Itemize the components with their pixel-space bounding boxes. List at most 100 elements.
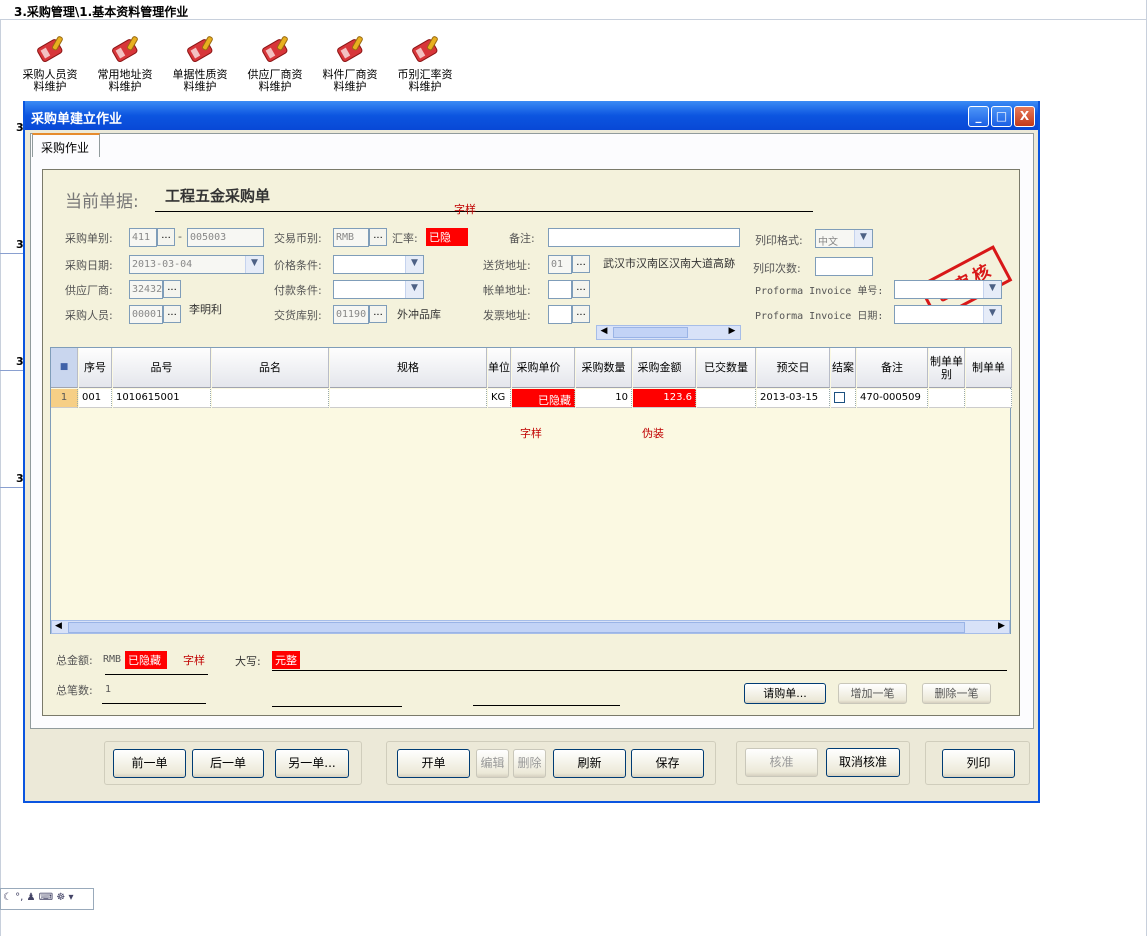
warehouse-code-field[interactable]: 01190 xyxy=(333,305,369,324)
launcher-item[interactable]: 料件厂商资 料维护 xyxy=(315,34,385,93)
column-header-pno[interactable]: 品号 xyxy=(113,348,211,388)
chevron-down-icon[interactable]: ▾ xyxy=(68,892,73,903)
requisition-button[interactable]: 请购单... xyxy=(744,683,826,704)
launcher-item[interactable]: 采购人员资 料维护 xyxy=(15,34,85,93)
moon-icon[interactable]: ☾ xyxy=(3,892,12,903)
print-button[interactable]: 列印 xyxy=(942,749,1015,778)
next-order-button[interactable]: 后一单 xyxy=(192,749,264,778)
keyboard-icon[interactable]: ⌨ xyxy=(39,892,53,903)
cell-spec[interactable] xyxy=(330,389,487,408)
launcher-item[interactable]: 常用地址资 料维护 xyxy=(90,34,160,93)
vendor-lookup-button[interactable]: ... xyxy=(163,280,181,298)
column-header-closed[interactable]: 结案 xyxy=(831,348,856,388)
approve-button[interactable]: 核准 xyxy=(745,748,818,777)
scroll-thumb[interactable] xyxy=(613,327,688,338)
column-header-mk_no[interactable]: 制单单 xyxy=(966,348,1012,388)
cell-due[interactable]: 2013-03-15 xyxy=(757,389,830,408)
close-button[interactable]: X xyxy=(1014,106,1035,127)
scroll-thumb[interactable] xyxy=(68,622,965,633)
rate-field[interactable]: 已隐 xyxy=(426,228,468,246)
cell-seq[interactable]: 001 xyxy=(79,389,112,408)
column-header-lock[interactable]: ■ xyxy=(51,348,78,388)
column-header-amt[interactable]: 采购金额 xyxy=(633,348,696,388)
cell-rn[interactable]: 1 xyxy=(51,389,78,408)
chevron-down-icon[interactable]: ▼ xyxy=(405,256,423,273)
invoice-address-lookup-button[interactable]: ... xyxy=(572,305,590,323)
vendor-field[interactable]: 32432 xyxy=(129,280,163,299)
column-header-pname[interactable]: 品名 xyxy=(212,348,329,388)
refresh-button[interactable]: 刷新 xyxy=(553,749,626,778)
chevron-down-icon[interactable]: ▼ xyxy=(405,281,423,298)
column-header-due[interactable]: 预交日 xyxy=(757,348,830,388)
invoice-address-field[interactable] xyxy=(548,305,572,324)
prev-order-button[interactable]: 前一单 xyxy=(113,749,186,778)
column-header-seq[interactable]: 序号 xyxy=(79,348,112,388)
delete-button[interactable]: 删除 xyxy=(513,749,546,778)
column-header-memo[interactable]: 备注 xyxy=(857,348,928,388)
closed-checkbox[interactable] xyxy=(834,392,845,403)
cell-delivered[interactable] xyxy=(697,389,756,408)
print-count-field[interactable] xyxy=(815,257,873,276)
chevron-down-icon[interactable]: ▼ xyxy=(245,256,263,273)
column-header-mk_type[interactable]: 制单单别 xyxy=(929,348,965,388)
launcher-item[interactable]: 币别汇率资 料维护 xyxy=(390,34,460,93)
scroll-right-icon[interactable]: ▶ xyxy=(998,621,1005,631)
po-date-picker[interactable]: 2013-03-04 xyxy=(129,255,264,274)
bill-address-field[interactable] xyxy=(548,280,572,299)
cell-memo[interactable]: 470-000509 xyxy=(857,389,928,408)
buyer-code-field[interactable]: 00001 xyxy=(129,305,163,324)
bill-address-lookup-button[interactable]: ... xyxy=(572,280,590,298)
po-number-field[interactable]: 005003 xyxy=(187,228,264,247)
ship-address-field[interactable]: 01 xyxy=(548,255,572,274)
tab-purchase[interactable]: 采购作业 xyxy=(32,133,100,157)
cell-qty[interactable]: 10 xyxy=(576,389,632,408)
cell-price[interactable]: 已隐藏 xyxy=(512,389,575,408)
delete-line-button[interactable]: 删除一笔 xyxy=(922,683,991,704)
column-header-qty[interactable]: 采购数量 xyxy=(576,348,632,388)
minimize-button[interactable]: _ xyxy=(968,106,989,127)
new-order-button[interactable]: 开单 xyxy=(397,749,470,778)
cell-mk_no[interactable] xyxy=(966,389,1012,408)
save-button[interactable]: 保存 xyxy=(631,749,704,778)
launcher-item[interactable]: 单据性质资 料维护 xyxy=(165,34,235,93)
user-icon[interactable]: ♟ xyxy=(27,892,36,903)
cell-unit[interactable]: KG xyxy=(488,389,511,408)
chevron-down-icon[interactable]: ▼ xyxy=(983,281,1001,298)
buyer-lookup-button[interactable]: ... xyxy=(163,305,181,323)
maximize-button[interactable]: □ xyxy=(991,106,1012,127)
column-header-unit[interactable]: 单位 xyxy=(488,348,511,388)
cell-amt[interactable]: 123.6 xyxy=(633,389,696,408)
column-header-spec[interactable]: 规格 xyxy=(330,348,487,388)
remark-label: 备注: xyxy=(509,232,535,245)
settings-icon[interactable]: ☸ xyxy=(56,892,65,903)
cell-mk_type[interactable] xyxy=(929,389,965,408)
horizontal-scrollbar[interactable]: ◀ ▶ xyxy=(596,325,741,340)
ship-address-lookup-button[interactable]: ... xyxy=(572,255,590,273)
currency-field[interactable]: RMB xyxy=(333,228,369,247)
cell-closed[interactable] xyxy=(831,389,856,408)
column-header-price[interactable]: 采购单价 xyxy=(512,348,575,388)
other-order-button[interactable]: 另一单... xyxy=(275,749,349,778)
add-line-button[interactable]: 增加一笔 xyxy=(838,683,907,704)
column-header-delivered[interactable]: 已交数量 xyxy=(697,348,756,388)
chevron-down-icon[interactable]: ▼ xyxy=(983,306,1001,323)
chevron-down-icon[interactable]: ▼ xyxy=(854,230,872,247)
scroll-left-icon[interactable]: ◀ xyxy=(55,621,62,631)
po-type-lookup-button[interactable]: ... xyxy=(157,228,175,246)
remark-input[interactable] xyxy=(548,228,740,247)
divider xyxy=(0,19,1147,20)
scroll-right-icon[interactable]: ▶ xyxy=(726,326,738,339)
po-type-field[interactable]: 411 xyxy=(129,228,157,247)
launcher-item[interactable]: 供应厂商资 料维护 xyxy=(240,34,310,93)
cell-pname[interactable] xyxy=(212,389,329,408)
warehouse-lookup-button[interactable]: ... xyxy=(369,305,387,323)
window-titlebar[interactable]: 采购单建立作业 xyxy=(25,101,1038,130)
unapprove-button[interactable]: 取消核准 xyxy=(826,748,900,777)
edit-button[interactable]: 编辑 xyxy=(476,749,509,778)
cell-pno[interactable]: 1010615001 xyxy=(113,389,211,408)
watermark-text: 字样 xyxy=(454,203,476,216)
scroll-left-icon[interactable]: ◀ xyxy=(598,326,610,339)
grid-horizontal-scrollbar[interactable]: ◀ ▶ xyxy=(51,620,1010,634)
currency-lookup-button[interactable]: ... xyxy=(369,228,387,246)
degree-icon[interactable]: °, xyxy=(15,892,23,903)
